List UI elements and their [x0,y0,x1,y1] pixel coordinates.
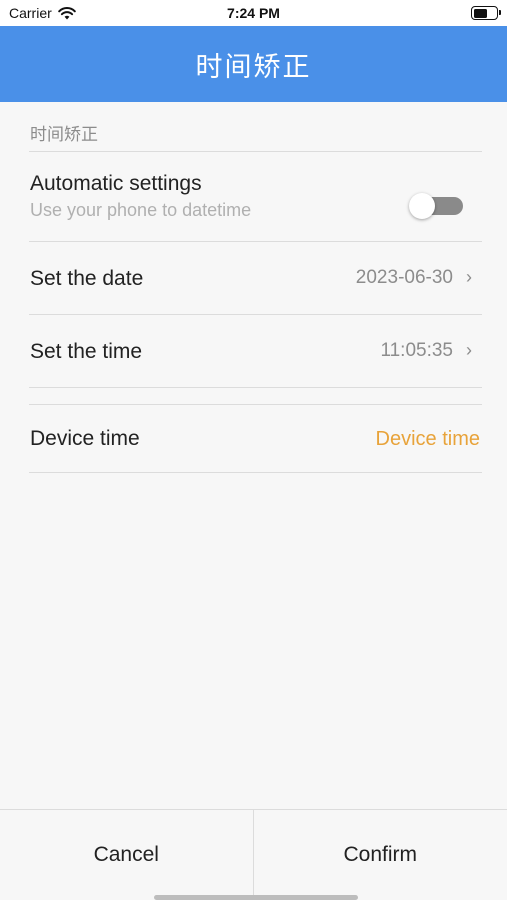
page-title: 时间矫正 [195,51,312,82]
status-bar: Carrier 7:24 PM [0,0,507,26]
date-value: 2023-06-30 [355,267,453,288]
cancel-button[interactable]: Cancel [0,810,254,900]
automatic-settings-row: Automatic settings Use your phone to dat… [29,152,482,241]
battery-icon [471,6,501,20]
set-time-row[interactable]: Set the time 11:05:35 › [29,315,482,387]
bottom-action-bar: Cancel Confirm [0,809,507,900]
automatic-settings-subtitle: Use your phone to datetime [30,200,252,220]
status-time: 7:24 PM [227,5,280,21]
confirm-button[interactable]: Confirm [254,810,507,900]
device-time-title: Device time [30,427,140,450]
chevron-right-icon: › [466,267,472,287]
nav-bar: 时间矫正 [0,26,507,102]
automatic-settings-toggle[interactable] [409,193,463,219]
device-time-row: Device time Device time [29,405,482,472]
set-date-row[interactable]: Set the date 2023-06-30 › [29,242,482,314]
toggle-knob [409,193,435,219]
section-header: 时间矫正 [30,125,98,144]
chevron-right-icon: › [466,340,472,360]
time-value: 11:05:35 [380,340,453,361]
automatic-settings-title: Automatic settings [30,172,202,195]
set-time-title: Set the time [30,340,143,363]
device-time-value: Device time [375,428,480,450]
divider [29,387,482,388]
home-indicator [154,895,358,900]
divider [29,472,482,473]
set-date-title: Set the date [30,267,144,290]
